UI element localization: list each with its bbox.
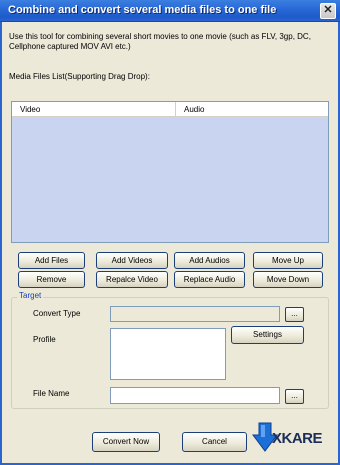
profile-label: Profile [33,335,56,344]
title-bar: Combine and convert several media files … [0,0,340,22]
column-header-audio[interactable]: Audio [176,102,328,117]
file-name-field[interactable] [110,387,280,404]
media-list-label: Media Files List(Supporting Drag Drop): [9,72,150,81]
replace-audio-button[interactable]: Replace Audio [174,271,245,288]
profile-textarea[interactable] [110,328,226,380]
convert-type-browse-button[interactable]: ... [285,307,304,322]
file-name-label: File Name [33,389,70,398]
close-button[interactable]: ✕ [320,3,336,19]
list-header: Video Audio [12,102,328,117]
settings-button[interactable]: Settings [231,326,304,344]
window-title: Combine and convert several media files … [8,4,277,16]
convert-type-label: Convert Type [33,309,81,318]
move-up-button[interactable]: Move Up [253,252,323,269]
xkare-logo: XKARE [250,421,330,455]
column-header-video[interactable]: Video [12,102,176,117]
file-name-browse-button[interactable]: ... [285,389,304,404]
move-down-button[interactable]: Move Down [253,271,323,288]
media-files-list[interactable]: Video Audio [11,101,329,243]
add-files-button[interactable]: Add Files [18,252,85,269]
logo-text: XKARE [272,430,323,447]
convert-now-button[interactable]: Convert Now [92,432,160,452]
convert-type-field[interactable] [110,306,280,322]
replace-video-button[interactable]: Repalce Video [96,271,168,288]
close-icon: ✕ [323,4,333,16]
add-videos-button[interactable]: Add Videos [96,252,168,269]
cancel-button[interactable]: Cancel [182,432,247,452]
remove-button[interactable]: Remove [18,271,85,288]
target-legend: Target [17,291,44,300]
add-audios-button[interactable]: Add Audios [174,252,245,269]
description-text: Use this tool for combining several shor… [9,32,311,51]
